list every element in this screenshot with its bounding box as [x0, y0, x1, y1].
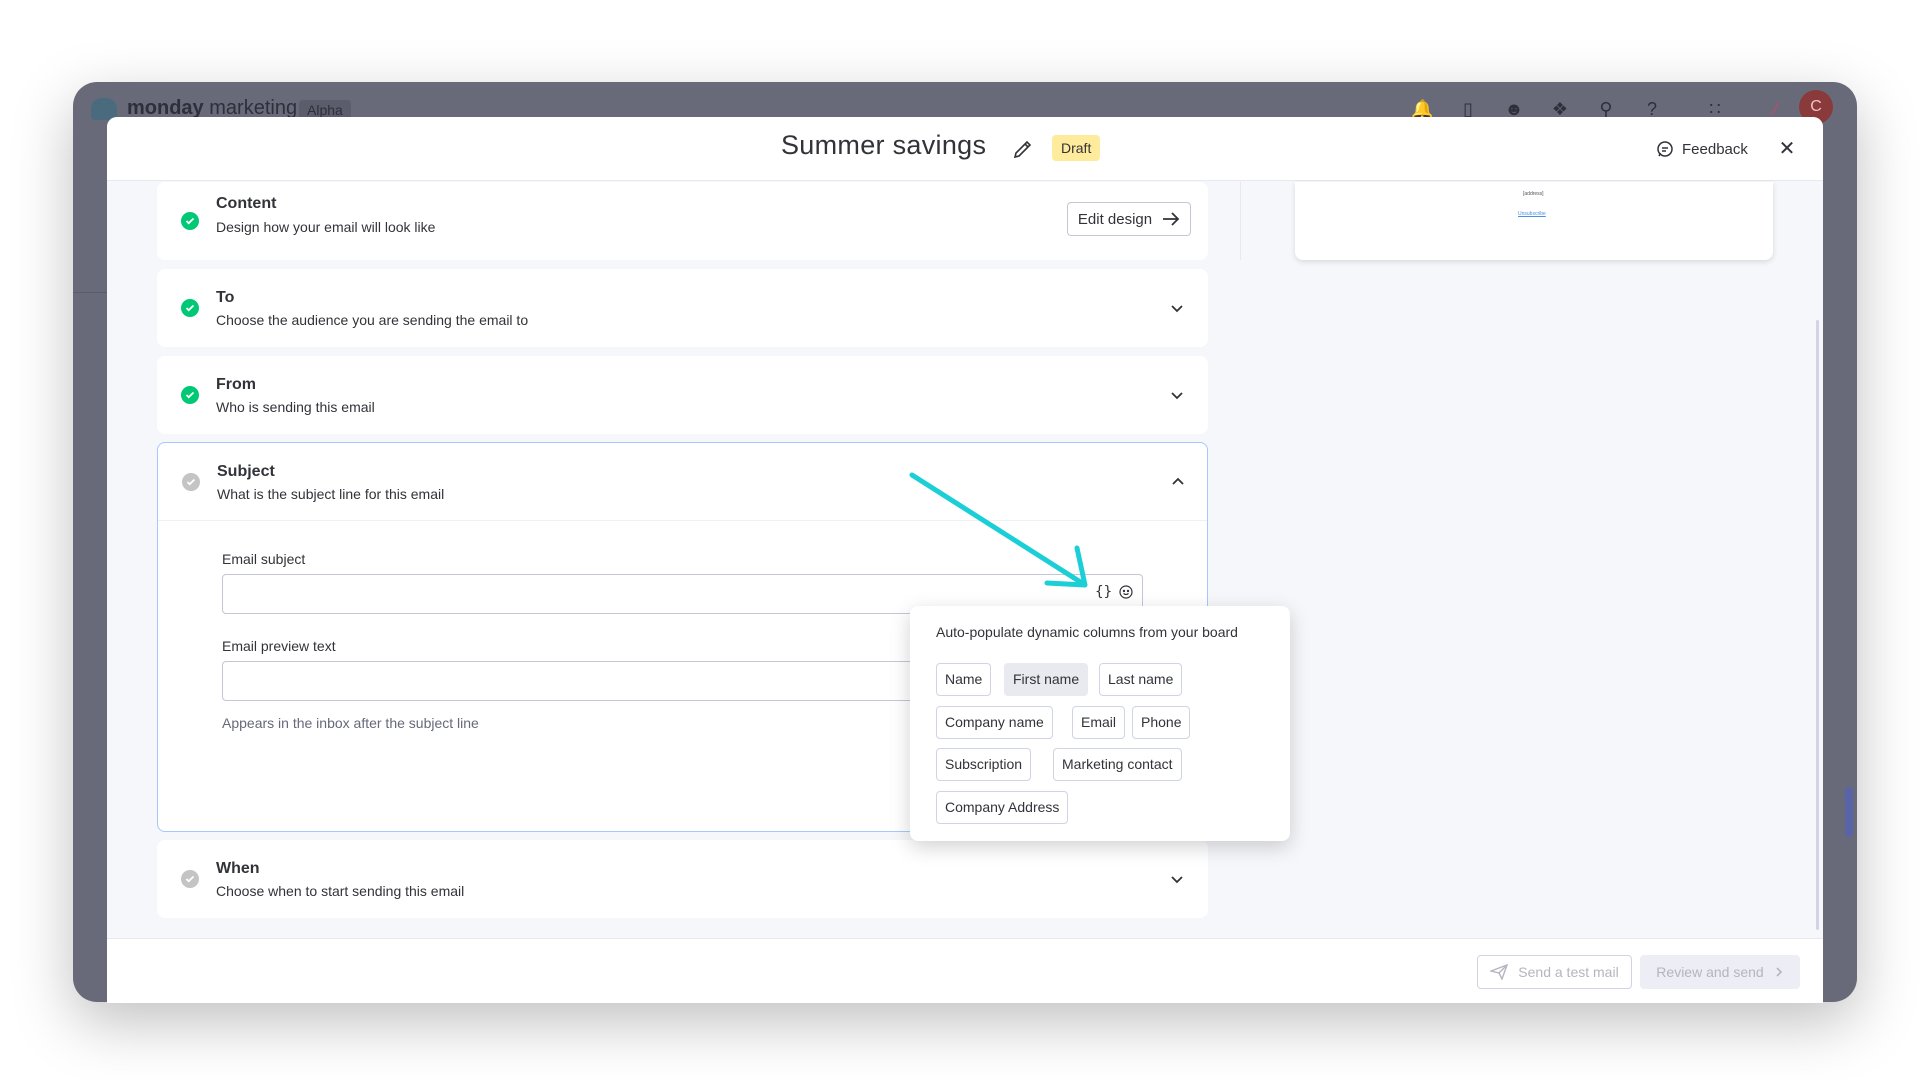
chat-feedback-icon	[1657, 141, 1673, 157]
check-pending-icon	[181, 870, 199, 888]
chip-subscription[interactable]: Subscription	[936, 748, 1032, 781]
sidebar-divider	[73, 292, 109, 293]
chip-marketing-contact[interactable]: Marketing contact	[1053, 748, 1182, 781]
arrow-right-icon	[1163, 212, 1180, 226]
app-scrollbar[interactable]	[1845, 787, 1853, 837]
check-pending-icon	[182, 473, 200, 491]
step-title: From	[216, 376, 256, 393]
pencil-icon[interactable]	[1011, 137, 1035, 161]
step-description: Who is sending this email	[216, 399, 375, 415]
feedback-button[interactable]: Feedback	[1656, 133, 1748, 165]
check-complete-icon	[181, 386, 199, 404]
modal-header: Summer savings Draft Feedback ✕	[107, 117, 1823, 181]
chip-phone[interactable]: Phone	[1132, 706, 1191, 739]
chevron-up-icon[interactable]	[1169, 473, 1187, 491]
step-title: When	[216, 860, 260, 877]
step-description: Design how your email will look like	[216, 219, 436, 235]
step-description: Choose the audience you are sending the …	[216, 312, 529, 328]
app-brand-light: marketing	[209, 97, 298, 119]
chip-first-name[interactable]: First name	[1004, 663, 1089, 696]
email-preview-label: Email preview text	[222, 638, 336, 654]
step-description: Choose when to start sending this email	[216, 883, 465, 899]
step-description: What is the subject line for this email	[217, 486, 445, 502]
chip-last-name[interactable]: Last name	[1099, 663, 1183, 696]
chip-name[interactable]: Name	[936, 663, 992, 696]
preview-address: [address]	[1523, 191, 1544, 197]
edit-design-label: Edit design	[1077, 210, 1153, 228]
chip-email[interactable]: Email	[1072, 706, 1126, 739]
step-title: Subject	[217, 463, 275, 480]
check-complete-icon	[181, 299, 199, 317]
email-preview-card[interactable]: [address] Unsubscribe	[1295, 182, 1773, 260]
campaign-title: Summer savings	[781, 130, 987, 160]
chip-company-name[interactable]: Company name	[936, 706, 1053, 739]
review-label: Review and send	[1656, 964, 1764, 980]
review-and-send-button[interactable]: Review and send	[1640, 955, 1800, 989]
step-card-from[interactable]: From Who is sending this email	[157, 356, 1208, 434]
panel-divider	[1240, 182, 1241, 260]
preview-unsubscribe-link: Unsubscribe	[1518, 211, 1546, 217]
preview-scrollbar[interactable]	[1816, 320, 1819, 930]
send-test-mail-button[interactable]: Send a test mail	[1477, 955, 1632, 989]
chip-company-address[interactable]: Company Address	[936, 791, 1069, 824]
step-title: Content	[216, 195, 277, 212]
campaign-modal: Summer savings Draft Feedback ✕ Content	[107, 117, 1823, 1003]
chevron-down-icon[interactable]	[1168, 870, 1186, 888]
step-card-to[interactable]: To Choose the audience you are sending t…	[157, 269, 1208, 347]
dynamic-columns-popover: Auto-populate dynamic columns from your …	[910, 606, 1290, 841]
screenshot-stage: monday marketing Alpha 🔔 ▯ ☻ ❖ ⚲ ? ∷ ⁄ C…	[0, 0, 1920, 1080]
section-divider	[158, 520, 1207, 521]
emoji-icon[interactable]	[1118, 584, 1134, 600]
preview-text-hint: Appears in the inbox after the subject l…	[222, 715, 479, 731]
send-test-label: Send a test mail	[1518, 964, 1619, 980]
chevron-down-icon[interactable]	[1168, 386, 1186, 404]
status-badge: Draft	[1052, 135, 1101, 161]
email-subject-label: Email subject	[222, 551, 306, 567]
chevron-down-icon[interactable]	[1168, 299, 1186, 317]
modal-footer: Send a test mail Review and send	[107, 938, 1823, 1003]
check-complete-icon	[181, 212, 199, 230]
step-card-when[interactable]: When Choose when to start sending this e…	[157, 840, 1208, 918]
dynamic-fields-button[interactable]: {}	[1095, 584, 1112, 600]
edit-design-button[interactable]: Edit design	[1067, 202, 1191, 236]
close-icon[interactable]: ✕	[1775, 137, 1799, 161]
chevron-right-icon	[1776, 967, 1782, 977]
feedback-label: Feedback	[1682, 140, 1748, 158]
step-title: To	[216, 289, 235, 306]
paper-plane-icon	[1490, 964, 1509, 980]
app-brand-bold: monday	[127, 97, 204, 119]
step-card-content: Content Design how your email will look …	[157, 182, 1208, 260]
popover-title: Auto-populate dynamic columns from your …	[936, 624, 1238, 640]
